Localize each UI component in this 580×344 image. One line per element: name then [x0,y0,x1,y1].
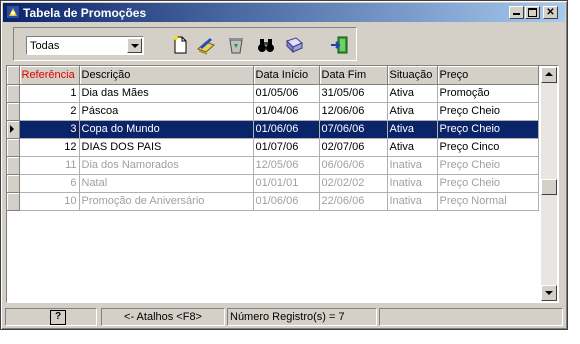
row-indicator[interactable] [7,84,20,103]
cell-data-inicio[interactable]: 01/04/06 [253,102,320,121]
cell-descricao[interactable]: Natal [79,174,254,193]
col-header-preco[interactable]: Preço [437,66,539,85]
binoculars-icon[interactable] [256,35,276,55]
cell-data-inicio[interactable]: 01/06/06 [253,192,320,211]
record-count: Número Registro(s) = 7 [227,308,377,326]
row-indicator[interactable] [7,138,20,157]
col-header-data-inicio[interactable]: Data Início [253,66,320,85]
cell-descricao[interactable]: Promoção de Aniversário [79,192,254,211]
row-indicator[interactable] [7,156,20,175]
cell-preco[interactable]: Promoção [437,84,539,103]
cell-descricao[interactable]: Copa do Mundo [79,120,254,139]
cell-descricao[interactable]: Dia das Mães [79,84,254,103]
cell-data-fim[interactable]: 12/06/06 [319,102,388,121]
cell-data-fim[interactable]: 07/06/06 [319,120,388,139]
col-header-descricao[interactable]: Descrição [79,66,254,85]
cell-preco[interactable]: Preço Cheio [437,102,539,121]
edit-icon[interactable] [196,35,216,55]
minimize-button[interactable] [509,6,524,19]
header-indicator [7,66,20,85]
cell-referencia[interactable]: 3 [19,120,80,139]
cell-situacao[interactable]: Ativa [387,102,438,121]
table-header-row: Referência Descrição Data Início Data Fi… [7,66,539,85]
print-preview-icon[interactable] [284,35,304,55]
table-row[interactable]: 11 Dia dos Namorados 12/05/06 06/06/06 I… [7,156,539,175]
maximize-icon [528,8,537,17]
promotions-table: Referência Descrição Data Início Data Fi… [7,66,539,211]
help-button[interactable]: ? [50,310,66,325]
maximize-button[interactable] [525,6,540,19]
current-row-arrow-icon [10,125,14,133]
scroll-thumb[interactable] [541,179,557,195]
table-row[interactable]: 1 Dia das Mães 01/05/06 31/05/06 Ativa P… [7,84,539,103]
window-title: Tabela de Promoções [23,6,147,20]
recycle-bin-icon[interactable] [226,35,246,55]
filter-value: Todas [30,40,60,52]
row-indicator[interactable] [7,192,20,211]
scroll-down-button[interactable] [541,285,557,301]
cell-data-fim[interactable]: 22/06/06 [319,192,388,211]
cell-situacao[interactable]: Ativa [387,138,438,157]
table-row[interactable]: 6 Natal 01/01/01 02/02/02 Inativa Preço … [7,174,539,193]
cell-referencia[interactable]: 6 [19,174,80,193]
app-icon [7,6,19,18]
exit-door-icon[interactable] [330,35,350,55]
status-bar: ? <- Atalhos <F8> Número Registro(s) = 7 [5,307,563,327]
filter-select[interactable]: Todas [26,36,144,55]
col-header-situacao[interactable]: Situação [387,66,438,85]
status-panel-help: ? [5,308,97,326]
cell-referencia[interactable]: 1 [19,84,80,103]
cell-situacao[interactable]: Inativa [387,174,438,193]
chevron-down-icon[interactable] [127,38,142,53]
cell-descricao[interactable]: DIAS DOS PAIS [79,138,254,157]
cell-situacao[interactable]: Inativa [387,156,438,175]
minimize-icon [513,13,520,15]
cell-preco[interactable]: Preço Cheio [437,156,539,175]
cell-data-inicio[interactable]: 01/06/06 [253,120,320,139]
cell-descricao[interactable]: Dia dos Namorados [79,156,254,175]
table-row[interactable]: 2 Páscoa 01/04/06 12/06/06 Ativa Preço C… [7,102,539,121]
status-panel-empty [379,308,563,326]
cell-data-inicio[interactable]: 12/05/06 [253,156,320,175]
cell-preco[interactable]: Preço Normal [437,192,539,211]
cell-data-inicio[interactable]: 01/01/01 [253,174,320,193]
table-row-selected[interactable]: 3 Copa do Mundo 01/06/06 07/06/06 Ativa … [7,120,539,139]
col-header-referencia[interactable]: Referência [19,66,80,85]
table-row[interactable]: 10 Promoção de Aniversário 01/06/06 22/0… [7,192,539,211]
vertical-scrollbar[interactable] [541,67,557,301]
row-indicator[interactable] [7,174,20,193]
cell-preco[interactable]: Preço Cheio [437,120,539,139]
title-bar[interactable]: Tabela de Promoções ✕ [3,3,565,22]
cell-data-fim[interactable]: 02/02/02 [319,174,388,193]
main-window: Tabela de Promoções ✕ Todas Referência D… [0,0,568,330]
cell-referencia[interactable]: 2 [19,102,80,121]
cell-preco[interactable]: Preço Cinco [437,138,539,157]
cell-descricao[interactable]: Páscoa [79,102,254,121]
row-indicator[interactable] [7,120,20,139]
promotions-grid[interactable]: Referência Descrição Data Início Data Fi… [6,65,559,303]
cell-referencia[interactable]: 11 [19,156,80,175]
shortcuts-panel[interactable]: <- Atalhos <F8> [101,308,225,326]
cell-data-fim[interactable]: 31/05/06 [319,84,388,103]
scroll-up-button[interactable] [541,67,557,83]
cell-referencia[interactable]: 10 [19,192,80,211]
toolbar: Todas [13,27,357,61]
cell-situacao[interactable]: Ativa [387,120,438,139]
table-row[interactable]: 12 DIAS DOS PAIS 01/07/06 02/07/06 Ativa… [7,138,539,157]
cell-data-fim[interactable]: 06/06/06 [319,156,388,175]
cell-situacao[interactable]: Ativa [387,84,438,103]
cell-data-fim[interactable]: 02/07/06 [319,138,388,157]
col-header-data-fim[interactable]: Data Fim [319,66,388,85]
cell-data-inicio[interactable]: 01/05/06 [253,84,320,103]
close-icon: ✕ [546,7,555,18]
cell-referencia[interactable]: 12 [19,138,80,157]
cell-situacao[interactable]: Inativa [387,192,438,211]
cell-data-inicio[interactable]: 01/07/06 [253,138,320,157]
new-document-icon[interactable] [170,35,190,55]
cell-preco[interactable]: Preço Cheio [437,174,539,193]
row-indicator[interactable] [7,102,20,121]
close-button[interactable]: ✕ [543,6,558,19]
